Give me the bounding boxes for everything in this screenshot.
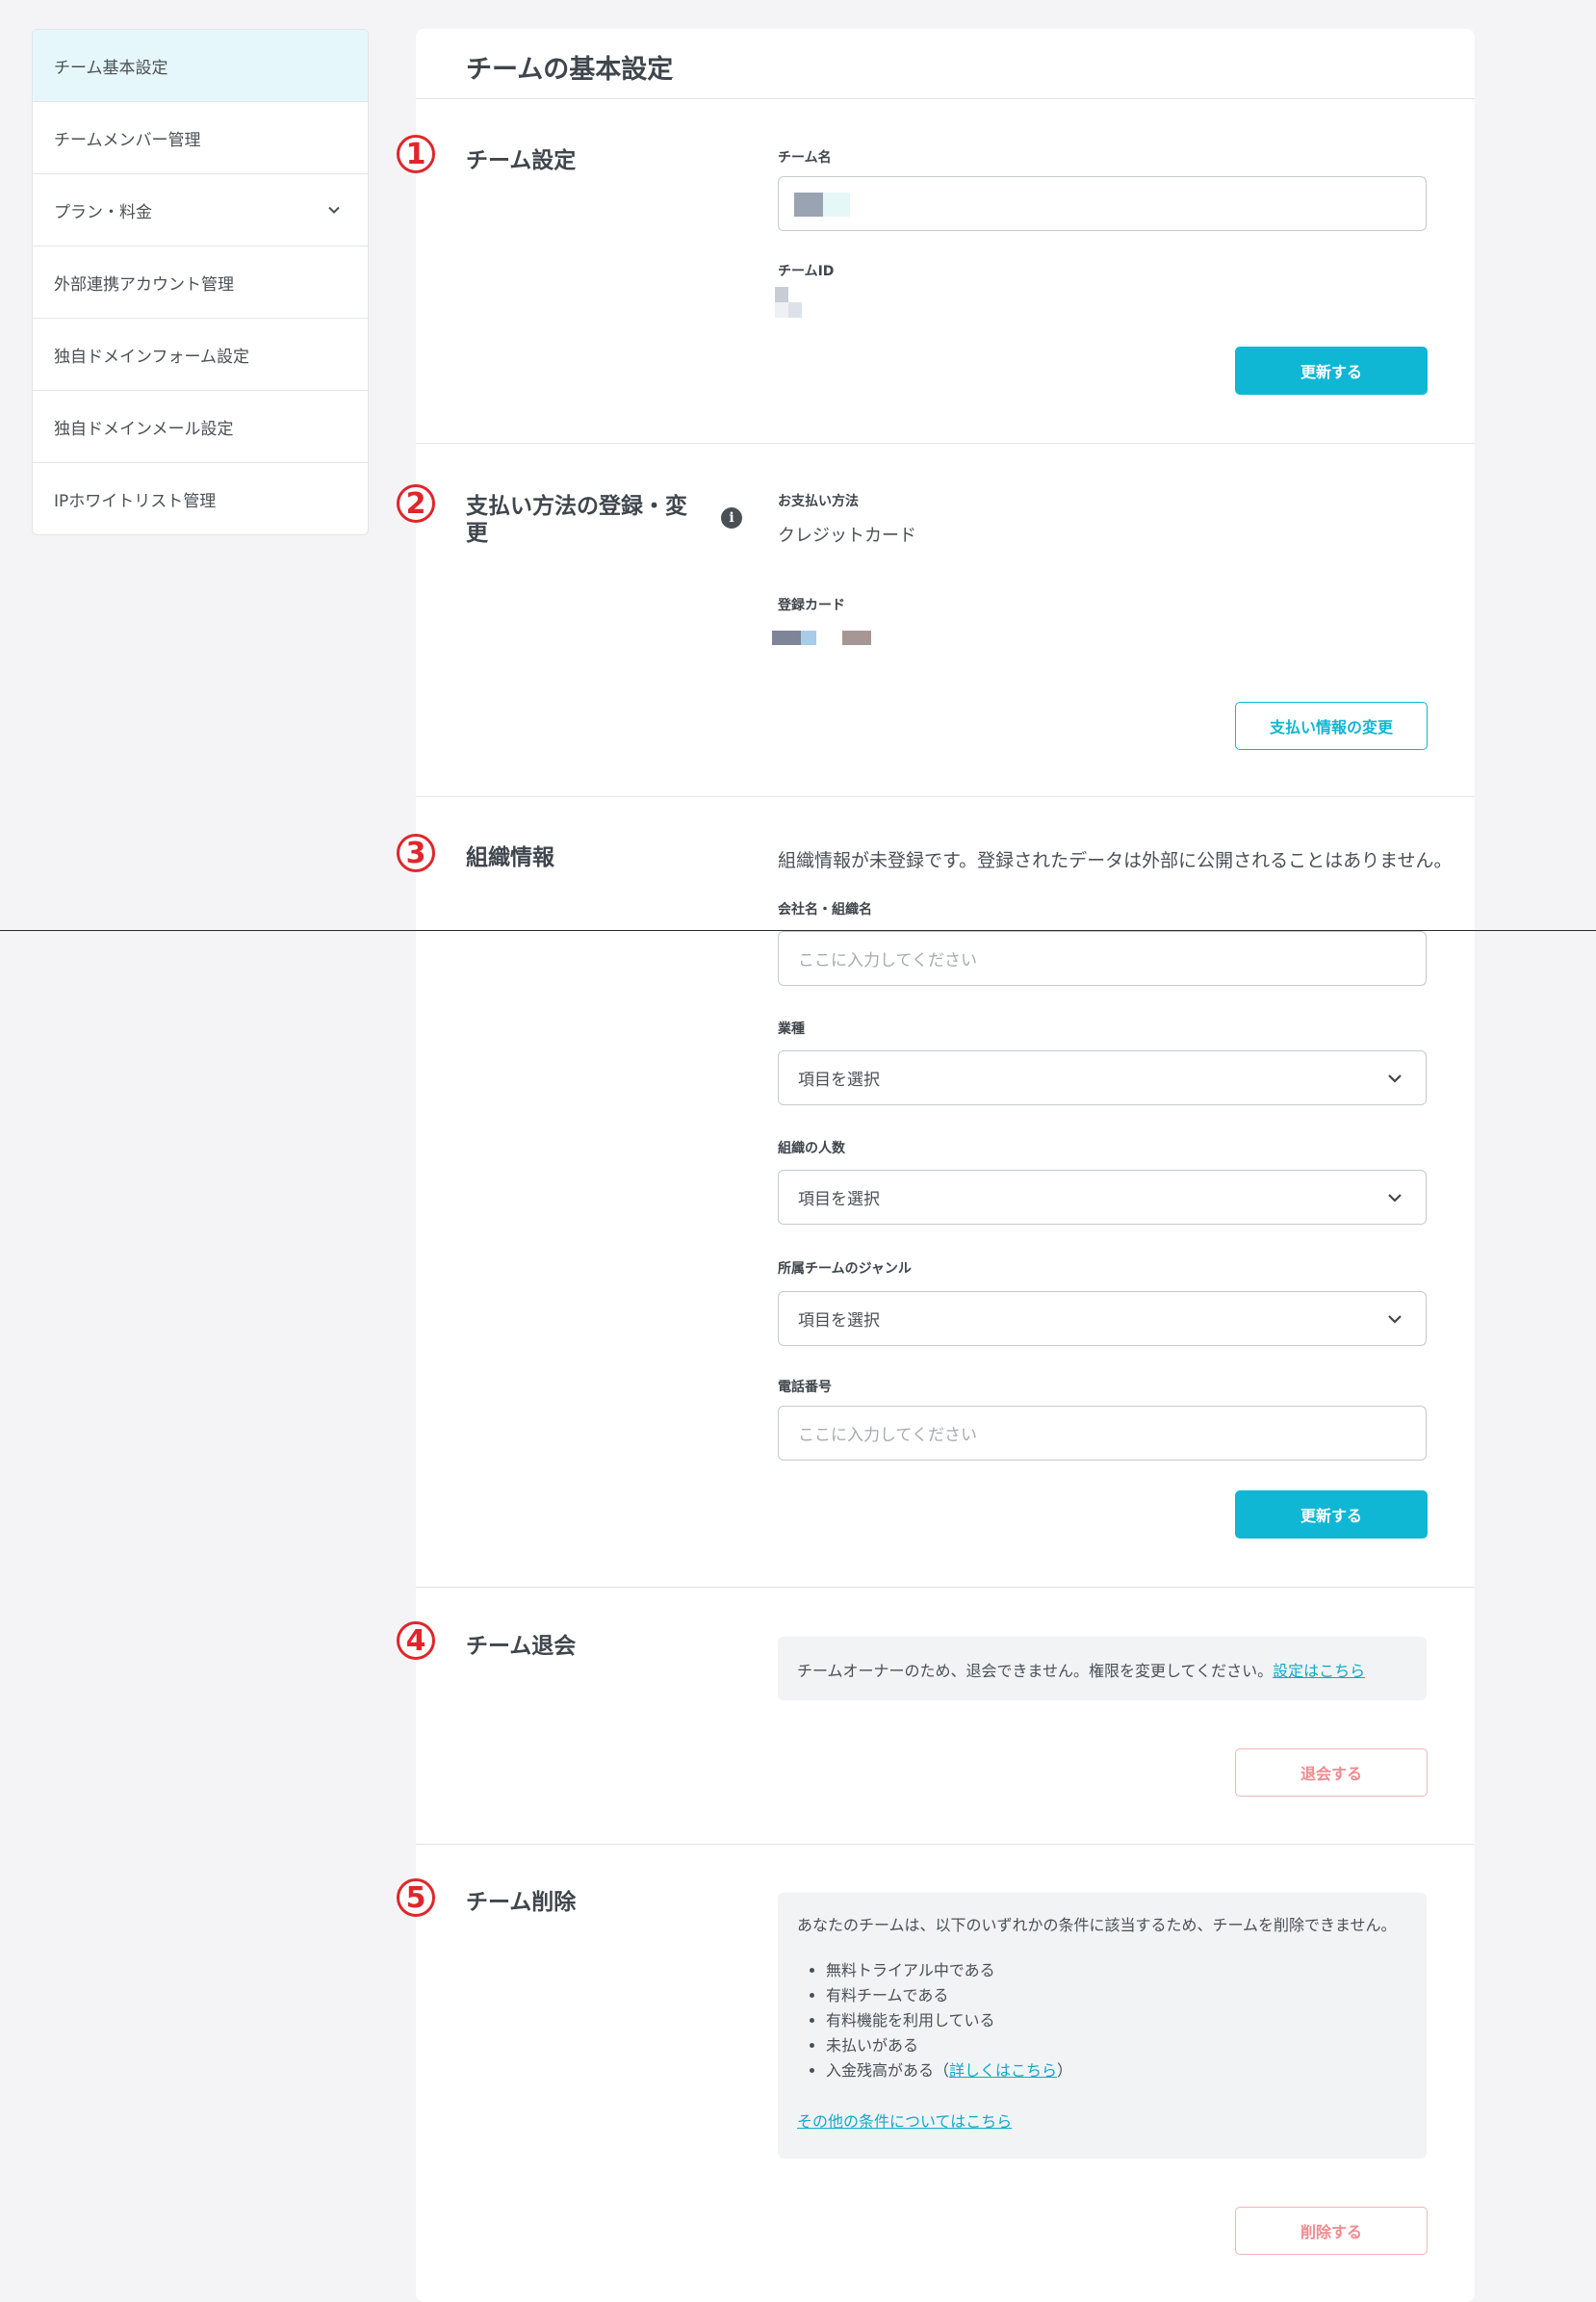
- organization-description: 組織情報が未登録です。登録されたデータは外部に公開されることはありません。: [778, 850, 1453, 871]
- annotation-marker-1: 1: [397, 135, 435, 173]
- industry-select[interactable]: 項目を選択: [778, 1050, 1427, 1105]
- redacted-team-id: [775, 287, 788, 302]
- redacted-card-number: [772, 631, 801, 645]
- sidebar-item-label: 独自ドメインメール設定: [54, 419, 234, 439]
- divider: [416, 796, 1475, 797]
- org-size-select[interactable]: 項目を選択: [778, 1170, 1427, 1225]
- company-name-placeholder: ここに入力してください: [798, 951, 977, 970]
- phone-label: 電話番号: [778, 1380, 832, 1395]
- industry-label: 業種: [778, 1022, 805, 1037]
- organization-heading: 組織情報: [466, 845, 554, 870]
- phone-placeholder: ここに入力してください: [798, 1426, 977, 1445]
- organization-update-button[interactable]: 更新する: [1235, 1490, 1428, 1539]
- sidebar-item-label: IPホワイトリスト管理: [54, 491, 217, 511]
- divider: [416, 1587, 1475, 1588]
- sidebar-item-label: プラン・料金: [54, 202, 152, 222]
- phone-input[interactable]: ここに入力してください: [778, 1406, 1427, 1461]
- sidebar-item-custom-domain-mail[interactable]: 独自ドメインメール設定: [33, 391, 368, 463]
- details-link[interactable]: 詳しくはこちら: [949, 2061, 1057, 2080]
- list-item: 未払いがある: [826, 2033, 1407, 2058]
- team-genre-select[interactable]: 項目を選択: [778, 1291, 1427, 1346]
- sidebar-item-ip-whitelist[interactable]: IPホワイトリスト管理: [33, 463, 368, 534]
- sidebar-item-label: 外部連携アカウント管理: [54, 274, 234, 295]
- leave-notice-text: チームオーナーのため、退会できません。権限を変更してください。: [797, 1662, 1274, 1680]
- team-name-input[interactable]: [778, 176, 1427, 231]
- divider: [416, 443, 1475, 444]
- condition-text: 入金残高がある: [826, 2061, 935, 2080]
- delete-conditions-list: 無料トライアル中である 有料チームである 有料機能を利用している 未払いがある …: [797, 1958, 1407, 2083]
- payment-method-value: クレジットカード: [778, 526, 916, 546]
- delete-notice-text: あなたのチームは、以下のいずれかの条件に該当するため、チームを削除できません。: [797, 1916, 1397, 1934]
- leave-team-heading: チーム退会: [466, 1634, 577, 1659]
- sidebar-item-team-basic-settings[interactable]: チーム基本設定: [33, 30, 368, 102]
- page-title: チームの基本設定: [466, 55, 674, 85]
- redacted-team-name: [794, 193, 823, 217]
- chevron-down-icon: [328, 206, 340, 214]
- list-item: 無料トライアル中である: [826, 1958, 1407, 1983]
- list-item: 有料機能を利用している: [826, 2008, 1407, 2033]
- delete-team-button[interactable]: 削除する: [1235, 2207, 1428, 2255]
- chevron-down-icon: [1388, 1193, 1402, 1203]
- divider: [416, 1844, 1475, 1845]
- chevron-down-icon: [1388, 1314, 1402, 1324]
- sidebar-item-label: 独自ドメインフォーム設定: [54, 347, 249, 367]
- team-id-label: チームID: [778, 264, 835, 279]
- sidebar-item-external-accounts[interactable]: 外部連携アカウント管理: [33, 246, 368, 319]
- delete-team-notice: あなたのチームは、以下のいずれかの条件に該当するため、チームを削除できません。 …: [778, 1893, 1427, 2159]
- chevron-down-icon: [1388, 1073, 1402, 1083]
- divider: [416, 98, 1475, 99]
- annotation-marker-5: 5: [397, 1878, 435, 1917]
- change-payment-info-button[interactable]: 支払い情報の変更: [1235, 702, 1428, 750]
- sidebar-item-label: チーム基本設定: [54, 58, 168, 78]
- sidebar-item-custom-domain-form[interactable]: 独自ドメインフォーム設定: [33, 319, 368, 391]
- sidebar-item-team-members[interactable]: チームメンバー管理: [33, 102, 368, 174]
- annotation-marker-3: 3: [397, 834, 435, 872]
- annotation-marker-2: 2: [397, 484, 435, 523]
- company-name-label: 会社名・組織名: [778, 902, 872, 918]
- company-name-input[interactable]: ここに入力してください: [778, 931, 1427, 986]
- delete-team-heading: チーム削除: [466, 1890, 577, 1915]
- other-conditions-link[interactable]: その他の条件についてはこちら: [797, 2112, 1012, 2131]
- team-settings-update-button[interactable]: 更新する: [1235, 347, 1428, 395]
- team-settings-heading: チーム設定: [466, 148, 577, 173]
- leave-team-button[interactable]: 退会する: [1235, 1748, 1428, 1797]
- list-item: 入金残高がある（詳しくはこちら）: [826, 2058, 1407, 2083]
- settings-main-panel: チームの基本設定 1 チーム設定 チーム名 チームID 更新する 2 支払い方法…: [397, 29, 1475, 2302]
- sidebar-item-label: チームメンバー管理: [54, 130, 201, 150]
- org-size-label: 組織の人数: [778, 1141, 845, 1156]
- team-genre-select-value: 項目を選択: [798, 1311, 880, 1331]
- payment-method-label: お支払い方法: [778, 494, 859, 509]
- list-item: 有料チームである: [826, 1983, 1407, 2008]
- registered-card-label: 登録カード: [778, 598, 845, 613]
- leave-team-notice: チームオーナーのため、退会できません。権限を変更してください。設定はこちら: [778, 1637, 1427, 1700]
- industry-select-value: 項目を選択: [798, 1071, 880, 1090]
- info-icon[interactable]: i: [721, 507, 742, 529]
- org-size-select-value: 項目を選択: [798, 1190, 880, 1209]
- team-name-label: チーム名: [778, 150, 832, 166]
- sidebar-item-plan-pricing[interactable]: プラン・料金: [33, 174, 368, 246]
- permission-settings-link[interactable]: 設定はこちら: [1273, 1662, 1365, 1680]
- annotation-marker-4: 4: [397, 1621, 435, 1660]
- team-genre-label: 所属チームのジャンル: [778, 1261, 912, 1277]
- screenshot-separator-line: [0, 930, 1596, 931]
- payment-heading: 支払い方法の登録・変更: [466, 494, 687, 546]
- settings-sidebar: チーム基本設定 チームメンバー管理 プラン・料金 外部連携アカウント管理 独自ド…: [32, 29, 369, 535]
